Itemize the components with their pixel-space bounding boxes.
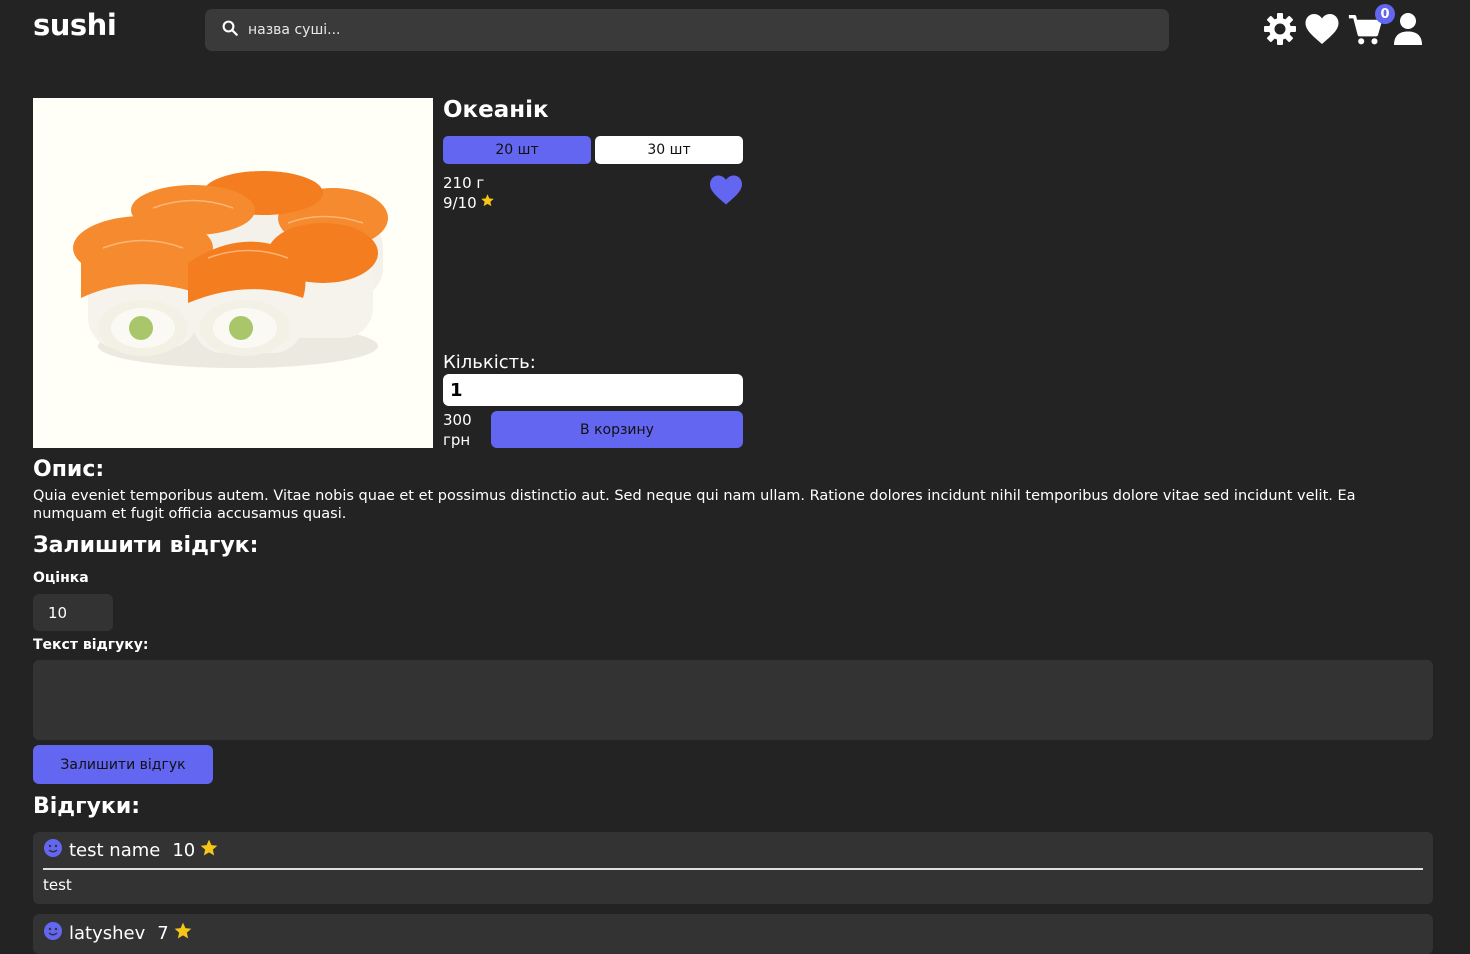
product-rating: 9/10	[443, 193, 495, 212]
star-icon	[199, 838, 219, 863]
submit-review-button[interactable]: Залишити відгук	[33, 745, 213, 784]
size-option-20[interactable]: 20 шт	[443, 136, 591, 164]
review-text-label: Текст відгуку:	[33, 637, 149, 653]
review-score: 10	[172, 839, 196, 861]
smiley-icon	[43, 838, 63, 863]
score-input[interactable]	[33, 594, 113, 631]
review-text-input[interactable]	[33, 660, 1433, 740]
add-to-cart-button[interactable]: В корзину	[491, 411, 743, 448]
user-icon[interactable]	[1390, 11, 1426, 47]
reviews-heading: Відгуки:	[33, 794, 141, 819]
product-title: Океанік	[443, 97, 549, 123]
review-author: latyshev	[69, 922, 146, 944]
review-text: test	[43, 876, 72, 894]
quantity-label: Кількість:	[443, 352, 536, 373]
star-icon	[480, 193, 495, 212]
smiley-icon	[43, 921, 63, 946]
description-text: Quia eveniet temporibus autem. Vitae nob…	[33, 488, 1356, 522]
product-weight: 210 г	[443, 174, 485, 192]
leave-review-heading: Залишити відгук:	[33, 533, 259, 558]
review-card: latyshev 7	[33, 914, 1433, 954]
size-option-30[interactable]: 30 шт	[595, 136, 743, 164]
settings-icon[interactable]	[1262, 11, 1298, 47]
search-icon	[221, 19, 239, 41]
review-author: test name	[69, 839, 161, 861]
review-header: test name 10	[43, 832, 1423, 870]
score-label: Оцінка	[33, 570, 89, 586]
product-rating-value: 9/10	[443, 193, 477, 212]
logo[interactable]: sushi	[33, 8, 117, 42]
star-icon	[173, 921, 193, 946]
search-bar[interactable]	[205, 9, 1169, 51]
add-to-favorites-heart-icon[interactable]	[708, 174, 744, 206]
product-image	[33, 98, 433, 448]
review-header: latyshev 7	[43, 914, 1423, 952]
quantity-input[interactable]	[443, 374, 743, 406]
review-card: test name 10 test	[33, 832, 1433, 904]
description-heading: Опис:	[33, 457, 105, 482]
favorites-heart-icon[interactable]	[1304, 11, 1340, 47]
search-input[interactable]	[248, 22, 1148, 38]
review-score: 7	[157, 922, 169, 944]
product-price: 300 грн	[443, 411, 472, 449]
